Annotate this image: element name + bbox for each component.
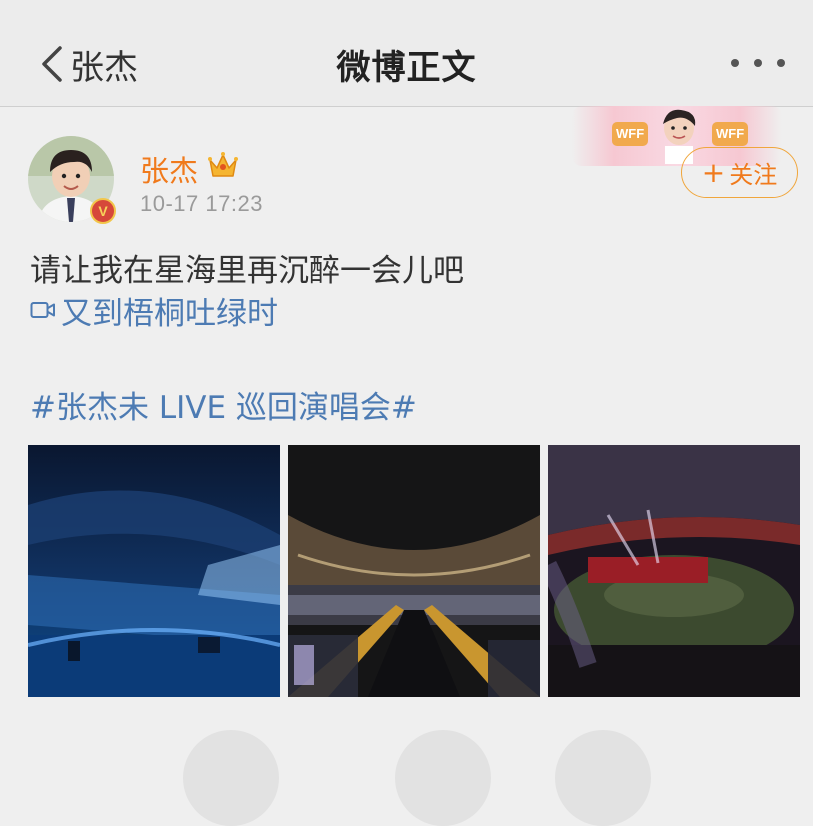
author-avatar[interactable]: V — [28, 136, 116, 224]
more-dot-icon — [754, 59, 762, 67]
concert-photo-3 — [548, 445, 800, 697]
more-options-button[interactable] — [731, 46, 785, 80]
follow-button[interactable]: + 关注 — [681, 147, 798, 198]
photo-thumbnail[interactable] — [548, 445, 800, 697]
video-camera-icon — [30, 302, 55, 318]
verified-badge: V — [90, 198, 116, 224]
concert-photo-2 — [288, 445, 540, 697]
banner-badge: WFF — [712, 122, 749, 146]
post-text: 请让我在星海里再沉醉一会儿吧 — [30, 253, 464, 289]
video-link[interactable]: 又到梧桐吐绿时 — [30, 290, 278, 332]
page-title: 微博正文 — [336, 48, 477, 88]
photo-grid — [28, 445, 800, 697]
video-link-text: 又到梧桐吐绿时 — [61, 295, 278, 332]
repost-button[interactable] — [183, 730, 279, 826]
follow-label: 关注 — [729, 161, 778, 189]
author-name[interactable]: 张杰 — [140, 148, 198, 190]
more-dot-icon — [777, 59, 785, 67]
plus-icon: + — [701, 155, 726, 189]
banner-badge: WFF — [612, 122, 649, 146]
photo-thumbnail[interactable] — [28, 445, 280, 697]
comment-button[interactable] — [395, 730, 491, 826]
crown-icon — [208, 152, 238, 177]
top-nav-bar: 张杰 微博正文 — [0, 0, 813, 107]
photo-thumbnail[interactable] — [288, 445, 540, 697]
concert-photo-1 — [28, 445, 280, 697]
more-dot-icon — [731, 59, 739, 67]
topic-hashtag[interactable]: #张杰未 LIVE 巡回演唱会# — [30, 382, 417, 427]
post-timestamp: 10-17 17:23 — [140, 191, 263, 216]
like-button[interactable] — [555, 730, 651, 826]
